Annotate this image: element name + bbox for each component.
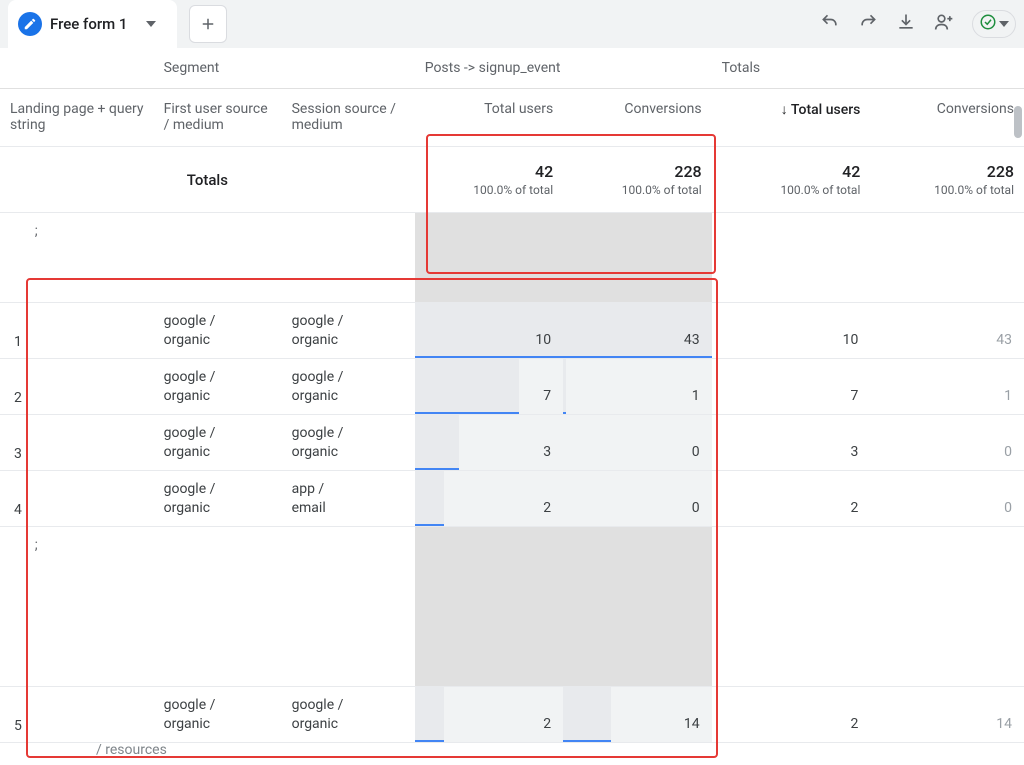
metric-conversions-totals: 0 — [870, 415, 1024, 471]
table-row[interactable]: 3 google /organic google /organic 3 0 3 … — [0, 415, 1024, 471]
totals-label: Totals — [0, 147, 415, 213]
status-pill[interactable] — [972, 10, 1016, 38]
metric-total-users: 7 — [415, 359, 563, 415]
tab-label: Free form 1 — [50, 15, 127, 33]
metric-total-users: 3 — [415, 415, 563, 471]
col-conversions-2[interactable]: Conversions — [870, 89, 1024, 147]
landing-page-row[interactable]: ; — [0, 213, 1024, 303]
col-first-user-source[interactable]: First user source / medium — [154, 89, 282, 147]
report-content: Segment Posts -> signup_event Totals Lan… — [0, 48, 1024, 765]
metric-total-users: 10 — [415, 303, 563, 359]
col-total-users-sort[interactable]: ↓ Total users — [712, 89, 871, 147]
totals-users-2: 42100.0% of total — [712, 147, 871, 213]
metric-total-users: 2 — [415, 471, 563, 527]
metric-conversions-totals: 43 — [870, 303, 1024, 359]
add-tab-button[interactable] — [189, 5, 227, 43]
totals-users-1: 42100.0% of total — [415, 147, 563, 213]
session-source: google /organic — [282, 303, 415, 359]
metric-conversions: 14 — [563, 687, 711, 743]
first-user-source: google /organic — [154, 471, 282, 527]
metric-conversions: 0 — [563, 471, 711, 527]
col-totals-section: Totals — [712, 48, 1024, 89]
row-index: 4 — [0, 471, 31, 527]
session-source: app /email — [282, 471, 415, 527]
table-row[interactable]: 4 google /organic app /email 2 0 2 0 — [0, 471, 1024, 527]
metric-conversions-totals: 1 — [870, 359, 1024, 415]
table-row[interactable]: 5 google /organic google /organic 2 14 2… — [0, 687, 1024, 743]
active-tab[interactable]: Free form 1 — [8, 0, 177, 48]
row-index: 2 — [0, 359, 31, 415]
checkmark-icon — [979, 13, 997, 35]
row-index: 5 — [0, 687, 31, 743]
metric-conversions: 43 — [563, 303, 711, 359]
share-user-icon[interactable] — [934, 12, 954, 36]
metric-total-users-totals: 2 — [712, 471, 871, 527]
row-index: 1 — [0, 303, 31, 359]
scrollbar-thumb[interactable] — [1014, 106, 1022, 138]
report-table: Segment Posts -> signup_event Totals Lan… — [0, 48, 1024, 743]
col-landing-page[interactable]: Landing page + query string — [0, 89, 154, 147]
pencil-icon — [18, 12, 42, 36]
metric-conversions: 1 — [563, 359, 711, 415]
chevron-down-icon — [999, 19, 1009, 29]
topbar: Free form 1 — [0, 0, 1024, 48]
metric-total-users-totals: 2 — [712, 687, 871, 743]
metric-total-users-totals: 3 — [712, 415, 871, 471]
session-source: google /organic — [282, 415, 415, 471]
tab-dropdown-icon[interactable] — [141, 14, 161, 34]
metric-conversions-totals: 0 — [870, 471, 1024, 527]
col-segment: Segment — [154, 48, 282, 89]
first-user-source: google /organic — [154, 415, 282, 471]
first-user-source: google /organic — [154, 687, 282, 743]
download-icon[interactable] — [896, 12, 916, 36]
col-session-source[interactable]: Session source / medium — [282, 89, 415, 147]
session-source: google /organic — [282, 687, 415, 743]
undo-icon[interactable] — [820, 12, 840, 36]
metric-total-users-totals: 7 — [712, 359, 871, 415]
table-row[interactable]: 2 google /organic google /organic 7 1 7 … — [0, 359, 1024, 415]
metric-total-users: 2 — [415, 687, 563, 743]
redo-icon[interactable] — [858, 12, 878, 36]
totals-conv-1: 228100.0% of total — [563, 147, 711, 213]
metric-total-users-totals: 10 — [712, 303, 871, 359]
col-total-users-1[interactable]: Total users — [415, 89, 563, 147]
session-source: google /organic — [282, 359, 415, 415]
metric-conversions: 0 — [563, 415, 711, 471]
metric-conversions-totals: 14 — [870, 687, 1024, 743]
col-posts-signup: Posts -> signup_event — [415, 48, 712, 89]
col-conversions-1[interactable]: Conversions — [563, 89, 711, 147]
first-user-source: google /organic — [154, 303, 282, 359]
landing-page-row[interactable]: ; — [0, 527, 1024, 687]
landing-url-fragment: / resources — [96, 741, 167, 759]
totals-row: Totals 42100.0% of total 228100.0% of to… — [0, 147, 1024, 213]
totals-conv-2: 228100.0% of total — [870, 147, 1024, 213]
row-index: 3 — [0, 415, 31, 471]
first-user-source: google /organic — [154, 359, 282, 415]
table-row[interactable]: 1 google /organic google /organic 10 43 … — [0, 303, 1024, 359]
